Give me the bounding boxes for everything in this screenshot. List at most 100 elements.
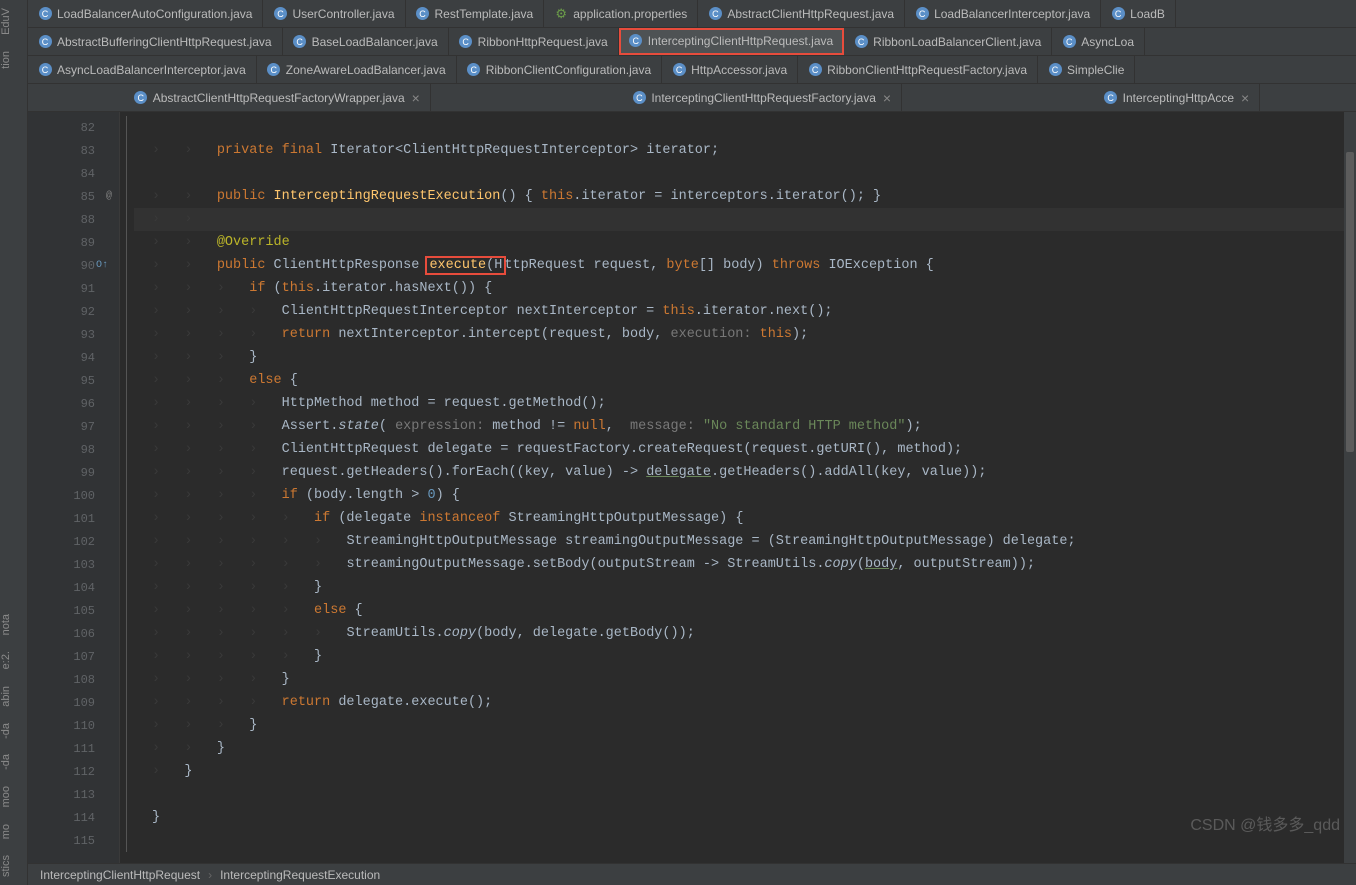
editor-tab[interactable]: LoadBalancerAutoConfiguration.java: [28, 0, 263, 27]
line-number[interactable]: 111: [28, 737, 119, 760]
editor-tab[interactable]: AsyncLoa: [1052, 28, 1145, 55]
code-line[interactable]: › › › › HttpMethod method = request.getM…: [134, 392, 1344, 415]
override-marker-icon[interactable]: O↑: [96, 260, 108, 271]
line-number[interactable]: 89: [28, 231, 119, 254]
code-line[interactable]: › › public InterceptingRequestExecution(…: [134, 185, 1344, 208]
annotation-marker-icon[interactable]: @: [106, 191, 112, 202]
line-number[interactable]: 92: [28, 300, 119, 323]
code-line[interactable]: › › › › }: [134, 668, 1344, 691]
code-line[interactable]: › › › › › }: [134, 576, 1344, 599]
line-number[interactable]: 115: [28, 829, 119, 852]
line-number[interactable]: 103: [28, 553, 119, 576]
fold-indicator[interactable]: [120, 392, 134, 415]
fold-indicator[interactable]: [120, 346, 134, 369]
fold-indicator[interactable]: [120, 300, 134, 323]
line-number[interactable]: 113: [28, 783, 119, 806]
tool-window-sidebar[interactable]: EduV tion nota e:2. abin -da -da moo mo …: [0, 0, 28, 885]
editor-tab[interactable]: LoadBalancerInterceptor.java: [905, 0, 1101, 27]
code-line[interactable]: › › › }: [134, 714, 1344, 737]
code-line[interactable]: [134, 116, 1344, 139]
sidebar-label[interactable]: EduV: [0, 4, 27, 39]
editor-tab[interactable]: RibbonClientConfiguration.java: [457, 56, 662, 83]
editor-tab[interactable]: LoadB: [1101, 0, 1176, 27]
breadcrumb-bar[interactable]: InterceptingClientHttpRequest › Intercep…: [28, 863, 1356, 885]
line-number[interactable]: 104: [28, 576, 119, 599]
code-line[interactable]: › › › › › › StreamUtils.copy(body, deleg…: [134, 622, 1344, 645]
code-line[interactable]: [134, 162, 1344, 185]
breadcrumb-item[interactable]: InterceptingRequestExecution: [220, 868, 380, 882]
fold-indicator[interactable]: [120, 783, 134, 806]
line-number[interactable]: 83: [28, 139, 119, 162]
fold-indicator[interactable]: [120, 369, 134, 392]
fold-indicator[interactable]: [120, 599, 134, 622]
line-number[interactable]: 85@: [28, 185, 119, 208]
fold-indicator[interactable]: [120, 576, 134, 599]
code-line[interactable]: › › private final Iterator<ClientHttpReq…: [134, 139, 1344, 162]
line-number[interactable]: 101: [28, 507, 119, 530]
code-line[interactable]: › › › › return nextInterceptor.intercept…: [134, 323, 1344, 346]
editor-tab[interactable]: InterceptingHttpAcce×: [1094, 84, 1261, 111]
code-line[interactable]: › › › › ClientHttpRequest delegate = req…: [134, 438, 1344, 461]
fold-indicator[interactable]: [120, 760, 134, 783]
editor-tab[interactable]: HttpAccessor.java: [662, 56, 798, 83]
editor-tab[interactable]: AsyncLoadBalancerInterceptor.java: [28, 56, 257, 83]
line-number[interactable]: 114: [28, 806, 119, 829]
fold-indicator[interactable]: [120, 714, 134, 737]
editor-tab[interactable]: InterceptingClientHttpRequest.java: [619, 28, 844, 55]
code-line[interactable]: › › › else {: [134, 369, 1344, 392]
editor-tab[interactable]: AbstractClientHttpRequestFactoryWrapper.…: [124, 84, 431, 111]
line-number[interactable]: 84: [28, 162, 119, 185]
line-number-gutter[interactable]: 82838485@888990O↑91929394959697989910010…: [28, 112, 120, 863]
scroll-thumb[interactable]: [1346, 152, 1354, 452]
editor-tab[interactable]: RibbonClientHttpRequestFactory.java: [798, 56, 1038, 83]
editor-tab[interactable]: AbstractBufferingClientHttpRequest.java: [28, 28, 283, 55]
fold-indicator[interactable]: [120, 415, 134, 438]
line-number[interactable]: 94: [28, 346, 119, 369]
line-number[interactable]: 88: [28, 208, 119, 231]
line-number[interactable]: 109: [28, 691, 119, 714]
fold-indicator[interactable]: [120, 162, 134, 185]
line-number[interactable]: 112: [28, 760, 119, 783]
editor-tab[interactable]: application.properties: [544, 0, 698, 27]
line-number[interactable]: 99: [28, 461, 119, 484]
sidebar-label[interactable]: -da: [0, 719, 27, 743]
code-line[interactable]: [134, 783, 1344, 806]
line-number[interactable]: 90O↑: [28, 254, 119, 277]
fold-indicator[interactable]: [120, 323, 134, 346]
editor-tab[interactable]: RestTemplate.java: [406, 0, 545, 27]
sidebar-label[interactable]: abin: [0, 682, 27, 711]
sidebar-label[interactable]: tion: [0, 47, 27, 73]
code-line[interactable]: }: [134, 806, 1344, 829]
line-number[interactable]: 110: [28, 714, 119, 737]
fold-indicator[interactable]: [120, 231, 134, 254]
line-number[interactable]: 108: [28, 668, 119, 691]
line-number[interactable]: 98: [28, 438, 119, 461]
code-line[interactable]: › › › › if (body.length > 0) {: [134, 484, 1344, 507]
fold-indicator[interactable]: [120, 829, 134, 852]
vertical-scrollbar[interactable]: [1344, 112, 1356, 863]
fold-indicator[interactable]: [120, 806, 134, 829]
sidebar-label[interactable]: e:2.: [0, 647, 27, 673]
line-number[interactable]: 102: [28, 530, 119, 553]
sidebar-label[interactable]: -da: [0, 750, 27, 774]
fold-indicator[interactable]: [120, 438, 134, 461]
code-line[interactable]: › › › }: [134, 346, 1344, 369]
code-line[interactable]: › › public ClientHttpResponse execute(Ht…: [134, 254, 1344, 277]
line-number[interactable]: 95: [28, 369, 119, 392]
code-line[interactable]: › › › › request.getHeaders().forEach((ke…: [134, 461, 1344, 484]
sidebar-label[interactable]: mo: [0, 820, 27, 843]
editor-tab[interactable]: SimpleClie: [1038, 56, 1135, 83]
fold-indicator[interactable]: [120, 691, 134, 714]
line-number[interactable]: 106: [28, 622, 119, 645]
code-editor[interactable]: 82838485@888990O↑91929394959697989910010…: [28, 112, 1356, 863]
fold-column[interactable]: [120, 112, 134, 863]
code-line[interactable]: › › › › Assert.state( expression: method…: [134, 415, 1344, 438]
breadcrumb-item[interactable]: InterceptingClientHttpRequest: [40, 868, 200, 882]
fold-indicator[interactable]: [120, 484, 134, 507]
line-number[interactable]: 105: [28, 599, 119, 622]
fold-indicator[interactable]: [120, 622, 134, 645]
close-icon[interactable]: ×: [412, 90, 420, 106]
code-line[interactable]: [134, 829, 1344, 852]
editor-tab[interactable]: AbstractClientHttpRequest.java: [698, 0, 905, 27]
editor-tab[interactable]: UserController.java: [263, 0, 405, 27]
